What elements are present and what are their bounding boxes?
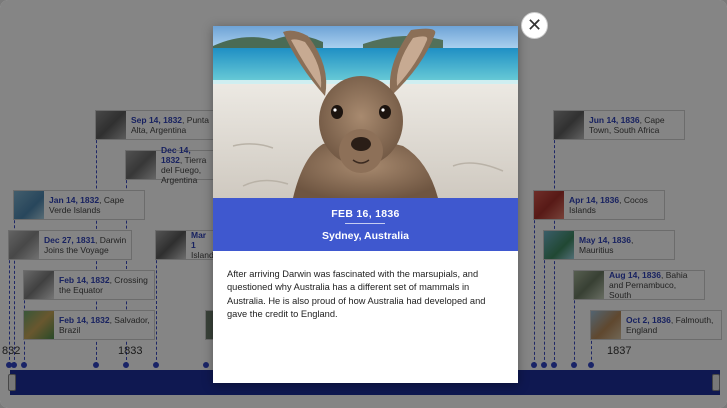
- event-modal: FEB 16, 1836 Sydney, Australia After arr…: [213, 26, 518, 383]
- event-date-title: FEB 16, 1836: [331, 208, 400, 220]
- stage: Sep 14, 1832, Punta Alta, Argentina Dec …: [0, 0, 727, 408]
- close-icon: ✕: [526, 15, 543, 35]
- event-banner: FEB 16, 1836 Sydney, Australia: [213, 198, 518, 251]
- event-description: After arriving Darwin was fascinated wit…: [227, 269, 486, 320]
- banner-divider: [345, 223, 385, 224]
- close-button[interactable]: ✕: [521, 12, 548, 39]
- kangaroo-illustration: [213, 26, 518, 198]
- event-location-title: Sydney, Australia: [322, 230, 409, 242]
- kangaroo-photo: [213, 26, 518, 198]
